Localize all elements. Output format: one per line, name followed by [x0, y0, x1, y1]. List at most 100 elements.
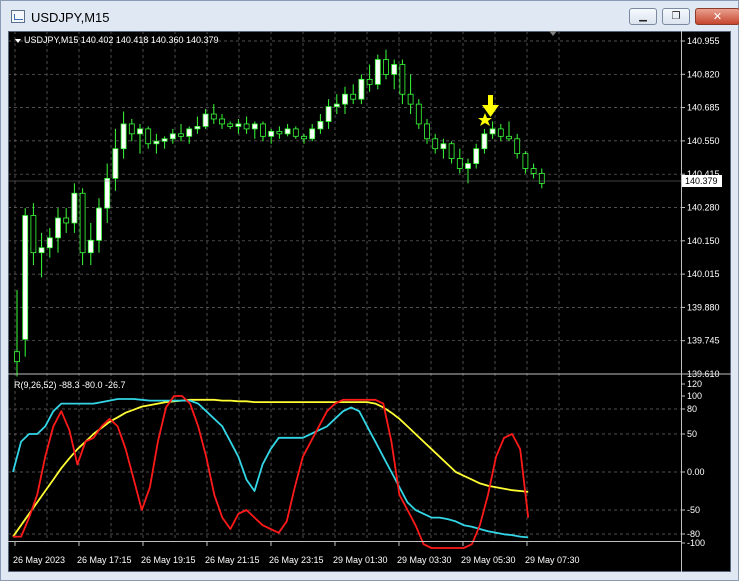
candle-body	[243, 123, 250, 130]
price-tick-label: 140.550	[687, 136, 720, 146]
indicator-tick-label: -100	[687, 538, 705, 548]
price-tick-label: 140.955	[687, 36, 720, 46]
candle-body	[63, 217, 70, 224]
candle-body	[210, 113, 217, 120]
indicator-tick-label: 100	[687, 391, 702, 401]
title-bar[interactable]: USDJPY,M15 ▁ ❐ ✕	[1, 1, 739, 32]
window-title: USDJPY,M15	[31, 10, 110, 25]
time-tick-label: 29 May 01:30	[333, 555, 388, 565]
time-axis: 26 May 2023 26 May 17:15 26 May 19:15 26 Ma…	[13, 541, 580, 565]
candle-body	[489, 128, 496, 135]
candlestick-series[interactable]	[14, 49, 545, 377]
indicator-axis: 12010080500.00-50-80-100	[681, 379, 705, 548]
candle-body	[432, 138, 439, 150]
indicator-tick-label: -50	[687, 505, 700, 515]
candle-body	[317, 121, 324, 130]
candle-body	[448, 143, 455, 160]
candle-body	[178, 133, 184, 137]
candle-body	[374, 59, 381, 85]
candle-body	[407, 93, 414, 105]
candle-body	[268, 130, 275, 137]
candle-body	[227, 123, 234, 127]
candle-body	[358, 78, 365, 100]
candle-body	[530, 168, 537, 174]
price-tick-label: 139.880	[687, 302, 720, 312]
candle-body	[424, 123, 430, 140]
time-tick-label: 26 May 21:15	[205, 555, 260, 565]
candle-body	[440, 143, 447, 150]
candle-body	[219, 118, 225, 125]
candle-body	[514, 138, 521, 155]
candle-body	[79, 192, 86, 254]
candle-body	[128, 123, 135, 135]
indicator-tick-label: 80	[687, 404, 697, 414]
indicator-tick-label: 50	[687, 429, 697, 439]
chart-header: USDJPY,M15 140.402 140.418 140.360 140.3…	[24, 35, 219, 45]
candle-body	[46, 237, 53, 249]
candle-body	[38, 247, 45, 254]
candle-body	[522, 153, 529, 169]
candle-body	[309, 128, 316, 140]
indicator-tick-label: 120	[687, 379, 702, 389]
candle-body	[169, 133, 176, 140]
minimize-button[interactable]: ▁	[629, 8, 657, 25]
candle-body	[137, 128, 143, 135]
candle-body	[251, 123, 258, 130]
close-button[interactable]: ✕	[695, 8, 739, 25]
candle-body	[481, 133, 488, 150]
candle-body	[497, 128, 504, 137]
candle-body	[506, 135, 512, 140]
price-tick-label: 140.685	[687, 103, 720, 113]
price-tick-label: 140.820	[687, 69, 720, 79]
time-tick-label: 26 May 23:15	[269, 555, 324, 565]
price-tick-label: 139.745	[687, 336, 720, 346]
candle-body	[538, 173, 545, 184]
candle-body	[186, 128, 193, 137]
price-tick-label: 140.150	[687, 236, 720, 246]
current-price-label: 140.379	[685, 176, 718, 186]
signal-arrow-icon[interactable]	[482, 95, 499, 117]
candle-body	[120, 123, 127, 150]
candle-body	[161, 138, 168, 142]
candle-body	[383, 59, 389, 75]
candle-body	[202, 113, 209, 127]
candle-body	[145, 128, 152, 145]
indicator-header: R(9,26,52) -88.3 -80.0 -26.7	[14, 380, 126, 390]
chart-canvas[interactable]: 140.955140.820140.685140.550140.415140.2…	[8, 31, 731, 572]
candle-body	[96, 207, 102, 241]
time-tick-label: 29 May 05:30	[461, 555, 516, 565]
candle-body	[391, 64, 398, 75]
candle-body	[87, 239, 94, 254]
chart-shift-icon[interactable]	[549, 31, 557, 36]
candle-body	[71, 192, 78, 224]
candle-body	[399, 64, 406, 95]
candle-body	[333, 103, 340, 108]
candle-body	[22, 215, 29, 340]
candle-body	[325, 106, 332, 122]
candle-body	[456, 158, 463, 169]
candle-body	[415, 103, 422, 125]
time-tick-label: 26 May 2023	[13, 555, 65, 565]
candle-body	[153, 140, 160, 145]
candle-body	[14, 351, 20, 363]
candle-body	[301, 135, 307, 140]
candle-body	[55, 217, 61, 239]
candle-body	[473, 148, 480, 164]
candle-body	[465, 163, 471, 169]
candle-body	[350, 93, 357, 100]
candle-body	[292, 128, 299, 137]
candle-body	[276, 130, 283, 135]
chart-window-icon	[11, 10, 25, 23]
indicator-fast-line	[13, 395, 530, 549]
candle-body	[235, 123, 242, 127]
candle-body	[342, 93, 348, 105]
time-tick-label: 26 May 17:15	[77, 555, 132, 565]
candle-body	[194, 126, 201, 130]
candle-body	[260, 123, 266, 137]
maximize-button[interactable]: ❐	[662, 8, 690, 25]
candle-body	[366, 78, 373, 85]
indicator-lines	[12, 395, 530, 549]
candle-body	[30, 215, 37, 254]
candle-body	[284, 128, 291, 135]
price-tick-label: 140.015	[687, 269, 720, 279]
